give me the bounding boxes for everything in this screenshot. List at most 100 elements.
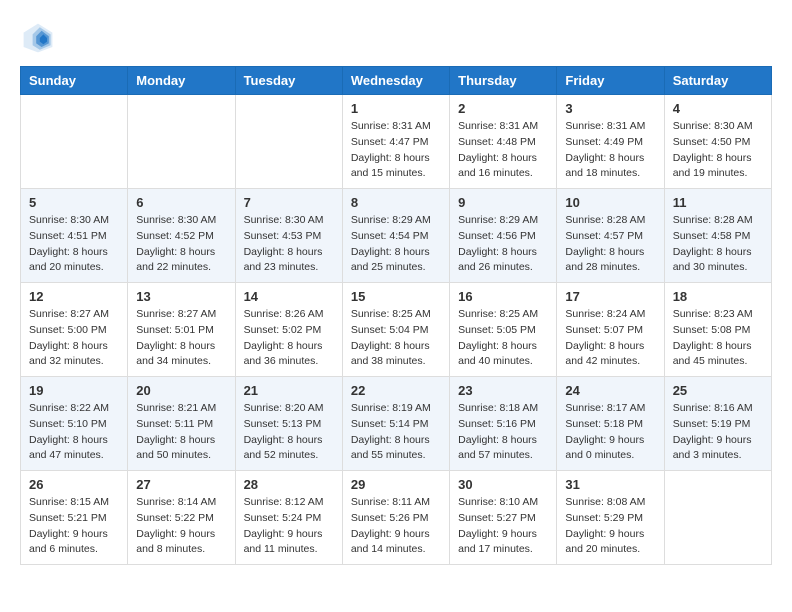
day-number: 10	[565, 195, 655, 210]
day-number: 20	[136, 383, 226, 398]
day-info: Sunrise: 8:16 AM Sunset: 5:19 PM Dayligh…	[673, 401, 763, 464]
calendar-week-row: 1 Sunrise: 8:31 AM Sunset: 4:47 PM Daylig…	[21, 95, 772, 189]
day-number: 31	[565, 477, 655, 492]
day-info: Sunrise: 8:23 AM Sunset: 5:08 PM Dayligh…	[673, 307, 763, 370]
day-number: 28	[244, 477, 334, 492]
day-info: Sunrise: 8:30 AM Sunset: 4:52 PM Dayligh…	[136, 213, 226, 276]
calendar-day-8: 8 Sunrise: 8:29 AM Sunset: 4:54 PM Daylig…	[342, 189, 449, 283]
calendar-day-18: 18 Sunrise: 8:23 AM Sunset: 5:08 PM Dayli…	[664, 283, 771, 377]
calendar-table: SundayMondayTuesdayWednesdayThursdayFrid…	[20, 66, 772, 565]
weekday-header-wednesday: Wednesday	[342, 67, 449, 95]
day-number: 11	[673, 195, 763, 210]
calendar-day-30: 30 Sunrise: 8:10 AM Sunset: 5:27 PM Dayli…	[450, 471, 557, 565]
day-info: Sunrise: 8:30 AM Sunset: 4:53 PM Dayligh…	[244, 213, 334, 276]
day-number: 2	[458, 101, 548, 116]
calendar-day-9: 9 Sunrise: 8:29 AM Sunset: 4:56 PM Daylig…	[450, 189, 557, 283]
empty-cell	[664, 471, 771, 565]
day-number: 26	[29, 477, 119, 492]
calendar-day-23: 23Sunrise: 8:18 AM Sunset: 5:16 PM Dayli…	[450, 377, 557, 471]
day-info: Sunrise: 8:25 AM Sunset: 5:05 PM Dayligh…	[458, 307, 548, 370]
calendar-day-29: 29Sunrise: 8:11 AM Sunset: 5:26 PM Dayli…	[342, 471, 449, 565]
day-info: Sunrise: 8:12 AM Sunset: 5:24 PM Dayligh…	[244, 495, 334, 558]
calendar-day-26: 26Sunrise: 8:15 AM Sunset: 5:21 PM Dayli…	[21, 471, 128, 565]
day-info: Sunrise: 8:30 AM Sunset: 4:50 PM Dayligh…	[673, 119, 763, 182]
day-info: Sunrise: 8:29 AM Sunset: 4:54 PM Dayligh…	[351, 213, 441, 276]
calendar-day-7: 7 Sunrise: 8:30 AM Sunset: 4:53 PM Daylig…	[235, 189, 342, 283]
day-number: 13	[136, 289, 226, 304]
calendar-day-6: 6Sunrise: 8:30 AM Sunset: 4:52 PM Daylig…	[128, 189, 235, 283]
weekday-header-sunday: Sunday	[21, 67, 128, 95]
day-info: Sunrise: 8:26 AM Sunset: 5:02 PM Dayligh…	[244, 307, 334, 370]
calendar-day-20: 20 Sunrise: 8:21 AM Sunset: 5:11 PM Dayli…	[128, 377, 235, 471]
day-info: Sunrise: 8:27 AM Sunset: 5:01 PM Dayligh…	[136, 307, 226, 370]
day-number: 9	[458, 195, 548, 210]
day-info: Sunrise: 8:31 AM Sunset: 4:49 PM Dayligh…	[565, 119, 655, 182]
day-info: Sunrise: 8:29 AM Sunset: 4:56 PM Dayligh…	[458, 213, 548, 276]
calendar-day-4: 4 Sunrise: 8:30 AM Sunset: 4:50 PM Daylig…	[664, 95, 771, 189]
day-info: Sunrise: 8:19 AM Sunset: 5:14 PM Dayligh…	[351, 401, 441, 464]
day-number: 18	[673, 289, 763, 304]
day-number: 19	[29, 383, 119, 398]
day-number: 8	[351, 195, 441, 210]
weekday-header-tuesday: Tuesday	[235, 67, 342, 95]
page-header	[20, 20, 772, 56]
day-number: 15	[351, 289, 441, 304]
day-info: Sunrise: 8:17 AM Sunset: 5:18 PM Dayligh…	[565, 401, 655, 464]
day-info: Sunrise: 8:21 AM Sunset: 5:11 PM Dayligh…	[136, 401, 226, 464]
calendar-day-31: 31 Sunrise: 8:08 AM Sunset: 5:29 PM Dayli…	[557, 471, 664, 565]
day-info: Sunrise: 8:25 AM Sunset: 5:04 PM Dayligh…	[351, 307, 441, 370]
calendar-day-27: 27 Sunrise: 8:14 AM Sunset: 5:22 PM Dayli…	[128, 471, 235, 565]
day-info: Sunrise: 8:28 AM Sunset: 4:57 PM Dayligh…	[565, 213, 655, 276]
day-info: Sunrise: 8:20 AM Sunset: 5:13 PM Dayligh…	[244, 401, 334, 464]
day-info: Sunrise: 8:24 AM Sunset: 5:07 PM Dayligh…	[565, 307, 655, 370]
day-number: 7	[244, 195, 334, 210]
calendar-week-row: 26Sunrise: 8:15 AM Sunset: 5:21 PM Dayli…	[21, 471, 772, 565]
day-number: 14	[244, 289, 334, 304]
calendar-day-19: 19 Sunrise: 8:22 AM Sunset: 5:10 PM Dayli…	[21, 377, 128, 471]
day-info: Sunrise: 8:22 AM Sunset: 5:10 PM Dayligh…	[29, 401, 119, 464]
logo	[20, 20, 60, 56]
day-number: 4	[673, 101, 763, 116]
empty-cell	[128, 95, 235, 189]
day-info: Sunrise: 8:28 AM Sunset: 4:58 PM Dayligh…	[673, 213, 763, 276]
day-info: Sunrise: 8:10 AM Sunset: 5:27 PM Dayligh…	[458, 495, 548, 558]
day-info: Sunrise: 8:08 AM Sunset: 5:29 PM Dayligh…	[565, 495, 655, 558]
day-number: 27	[136, 477, 226, 492]
calendar-day-1: 1 Sunrise: 8:31 AM Sunset: 4:47 PM Daylig…	[342, 95, 449, 189]
day-info: Sunrise: 8:31 AM Sunset: 4:48 PM Dayligh…	[458, 119, 548, 182]
calendar-day-5: 5 Sunrise: 8:30 AM Sunset: 4:51 PM Daylig…	[21, 189, 128, 283]
day-number: 30	[458, 477, 548, 492]
day-number: 3	[565, 101, 655, 116]
calendar-day-13: 13 Sunrise: 8:27 AM Sunset: 5:01 PM Dayli…	[128, 283, 235, 377]
day-number: 1	[351, 101, 441, 116]
calendar-day-14: 14 Sunrise: 8:26 AM Sunset: 5:02 PM Dayli…	[235, 283, 342, 377]
weekday-header-friday: Friday	[557, 67, 664, 95]
day-number: 16	[458, 289, 548, 304]
day-info: Sunrise: 8:31 AM Sunset: 4:47 PM Dayligh…	[351, 119, 441, 182]
day-number: 21	[244, 383, 334, 398]
weekday-header-monday: Monday	[128, 67, 235, 95]
day-info: Sunrise: 8:27 AM Sunset: 5:00 PM Dayligh…	[29, 307, 119, 370]
day-number: 5	[29, 195, 119, 210]
calendar-week-row: 5 Sunrise: 8:30 AM Sunset: 4:51 PM Daylig…	[21, 189, 772, 283]
empty-cell	[21, 95, 128, 189]
weekday-header-thursday: Thursday	[450, 67, 557, 95]
calendar-day-15: 15 Sunrise: 8:25 AM Sunset: 5:04 PM Dayli…	[342, 283, 449, 377]
calendar-day-11: 11 Sunrise: 8:28 AM Sunset: 4:58 PM Dayli…	[664, 189, 771, 283]
calendar-day-22: 22 Sunrise: 8:19 AM Sunset: 5:14 PM Dayli…	[342, 377, 449, 471]
day-info: Sunrise: 8:14 AM Sunset: 5:22 PM Dayligh…	[136, 495, 226, 558]
calendar-day-28: 28 Sunrise: 8:12 AM Sunset: 5:24 PM Dayli…	[235, 471, 342, 565]
weekday-header-saturday: Saturday	[664, 67, 771, 95]
day-info: Sunrise: 8:30 AM Sunset: 4:51 PM Dayligh…	[29, 213, 119, 276]
calendar-day-12: 12Sunrise: 8:27 AM Sunset: 5:00 PM Dayli…	[21, 283, 128, 377]
day-number: 24	[565, 383, 655, 398]
day-number: 23	[458, 383, 548, 398]
calendar-day-2: 2 Sunrise: 8:31 AM Sunset: 4:48 PM Daylig…	[450, 95, 557, 189]
day-number: 22	[351, 383, 441, 398]
calendar-day-16: 16 Sunrise: 8:25 AM Sunset: 5:05 PM Dayli…	[450, 283, 557, 377]
calendar-day-10: 10 Sunrise: 8:28 AM Sunset: 4:57 PM Dayli…	[557, 189, 664, 283]
calendar-week-row: 12Sunrise: 8:27 AM Sunset: 5:00 PM Dayli…	[21, 283, 772, 377]
day-info: Sunrise: 8:11 AM Sunset: 5:26 PM Dayligh…	[351, 495, 441, 558]
calendar-day-25: 25Sunrise: 8:16 AM Sunset: 5:19 PM Dayli…	[664, 377, 771, 471]
logo-icon	[20, 20, 56, 56]
